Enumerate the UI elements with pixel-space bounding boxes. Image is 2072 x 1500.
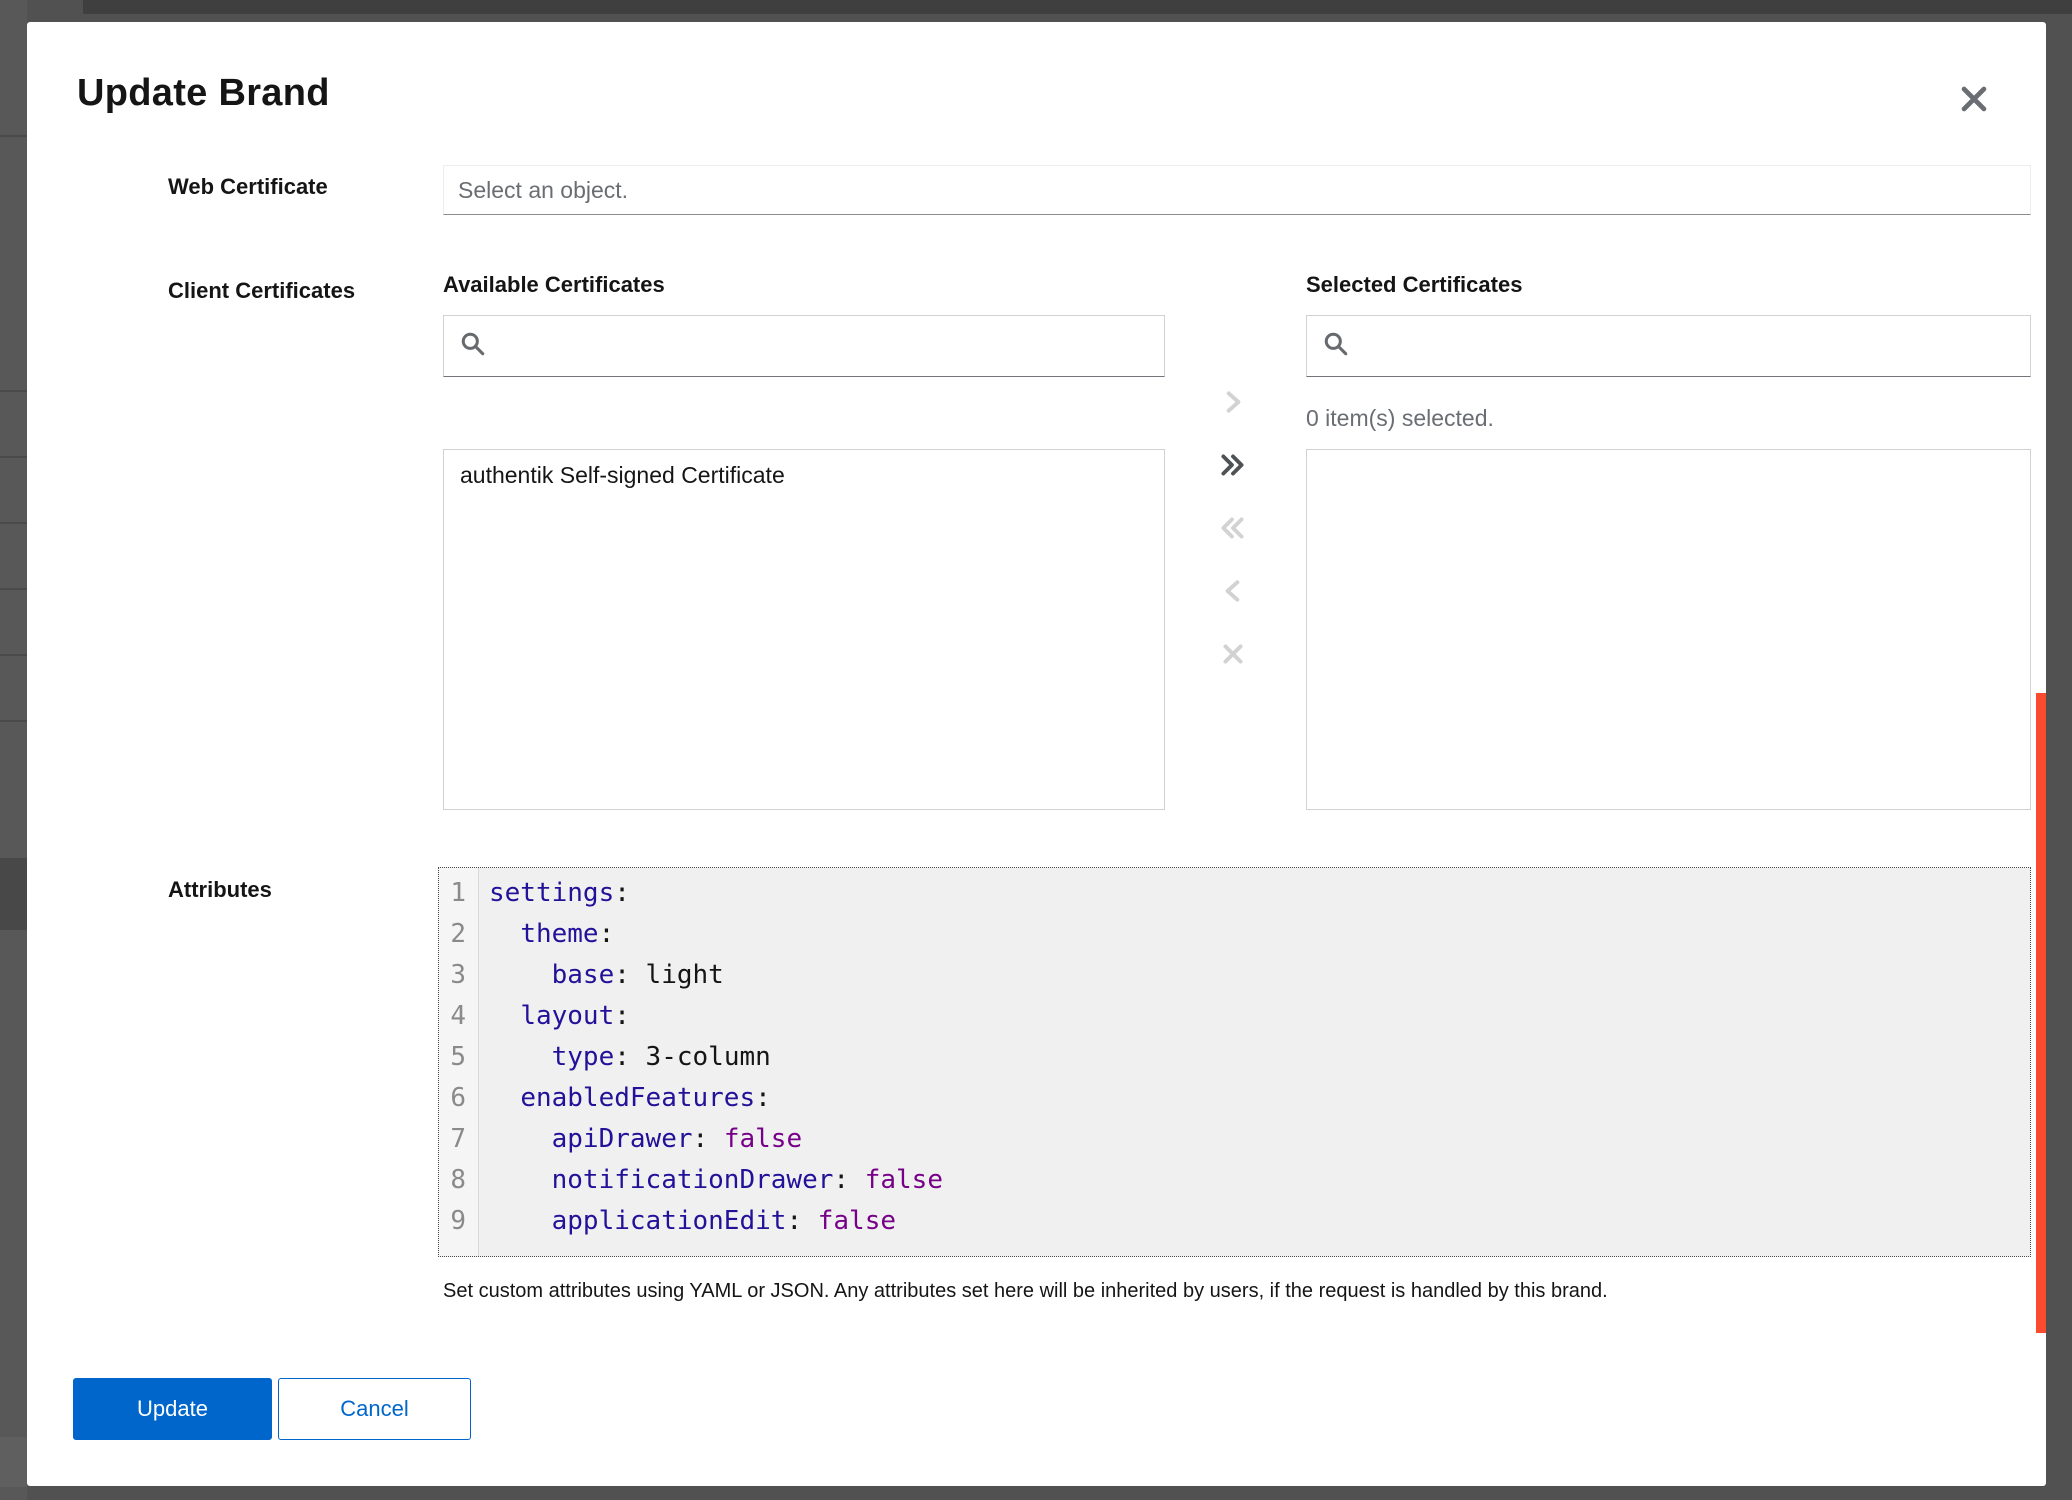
chevron-left-icon — [1220, 578, 1246, 607]
selected-count-status: 0 item(s) selected. — [1306, 405, 1494, 432]
backdrop-row-divider — [0, 588, 27, 590]
double-chevron-right-icon — [1218, 452, 1248, 481]
backdrop-dark-block — [0, 858, 27, 930]
close-button[interactable] — [1952, 78, 1996, 122]
code-line: layout: — [489, 996, 2030, 1037]
available-certificates-header: Available Certificates — [443, 272, 665, 298]
chevron-right-icon — [1220, 389, 1246, 418]
code-content: settings: theme: base: light layout: typ… — [479, 868, 2030, 1256]
transfer-add-all-button[interactable] — [1213, 446, 1253, 486]
update-button[interactable]: Update — [73, 1378, 272, 1440]
transfer-remove-all-button[interactable] — [1213, 509, 1253, 549]
backdrop-row-divider — [0, 654, 27, 656]
client-certificates-label: Client Certificates — [168, 278, 355, 304]
modal-title: Update Brand — [77, 72, 330, 115]
backdrop-row-divider — [0, 522, 27, 524]
code-line: applicationEdit: false — [489, 1201, 2030, 1242]
search-icon — [1323, 331, 1349, 362]
certificate-list-item[interactable]: authentik Self-signed Certificate — [444, 450, 1164, 501]
code-line: base: light — [489, 955, 2030, 996]
search-icon — [460, 331, 486, 362]
double-chevron-left-icon — [1218, 515, 1248, 544]
transfer-add-selected-button[interactable] — [1213, 383, 1253, 423]
web-certificate-select[interactable] — [443, 165, 2031, 215]
backdrop-row-divider — [0, 456, 27, 458]
backdrop-top-band — [83, 0, 2072, 14]
backdrop-row-divider — [0, 720, 27, 722]
close-icon — [1957, 82, 1991, 119]
background-red-edge-bar — [2036, 693, 2046, 1333]
selected-certificates-header: Selected Certificates — [1306, 272, 1522, 298]
available-certificates-list[interactable]: authentik Self-signed Certificate — [443, 449, 1165, 810]
available-search-box — [443, 315, 1165, 377]
attributes-help-text: Set custom attributes using YAML or JSON… — [443, 1280, 2003, 1303]
code-line: type: 3-column — [489, 1037, 2030, 1078]
code-line: notificationDrawer: false — [489, 1160, 2030, 1201]
selected-certificates-list[interactable] — [1306, 449, 2031, 810]
code-line: theme: — [489, 914, 2030, 955]
selected-search-input[interactable] — [1349, 316, 2030, 376]
backdrop-light-block — [0, 1437, 27, 1487]
available-search-input[interactable] — [486, 316, 1164, 376]
selected-search-box — [1306, 315, 2031, 377]
transfer-clear-button[interactable] — [1213, 635, 1253, 675]
transfer-remove-selected-button[interactable] — [1213, 572, 1253, 612]
backdrop-row-divider — [0, 135, 27, 137]
close-icon — [1220, 641, 1246, 670]
code-line: settings: — [489, 873, 2030, 914]
cancel-button[interactable]: Cancel — [278, 1378, 471, 1440]
web-certificate-label: Web Certificate — [168, 174, 328, 200]
backdrop-row-divider — [0, 390, 27, 392]
attributes-label: Attributes — [168, 877, 272, 903]
backdrop-left-band — [0, 0, 27, 1500]
attributes-code-editor[interactable]: 123456789 settings: theme: base: light l… — [438, 867, 2031, 1257]
code-line-numbers: 123456789 — [439, 868, 479, 1256]
code-line: apiDrawer: false — [489, 1119, 2030, 1160]
update-brand-modal: Update Brand Web Certificate Client Cert… — [27, 22, 2046, 1486]
code-line: enabledFeatures: — [489, 1078, 2030, 1119]
